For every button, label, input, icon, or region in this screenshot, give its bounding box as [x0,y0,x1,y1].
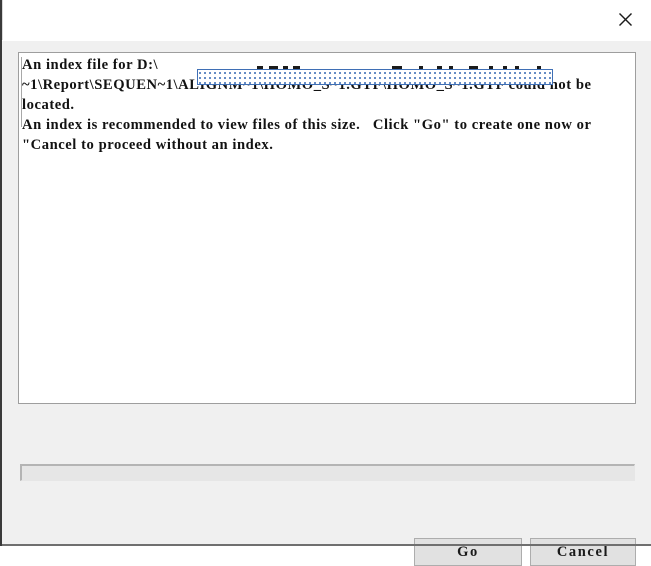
obscured-path-selection[interactable] [197,69,553,85]
progress-bar [20,464,635,481]
message-textbox[interactable]: An index file for D:\ ~1\Report\SEQUEN~1… [18,52,636,404]
dialog-body: An index file for D:\ ~1\Report\SEQUEN~1… [2,40,651,566]
window-left-edge [0,0,2,546]
close-x-icon [618,12,632,26]
index-file-dialog: An index file for D:\ ~1\Report\SEQUEN~1… [0,0,651,566]
title-bar [2,0,651,41]
close-icon[interactable] [603,2,647,36]
go-button[interactable]: Go [414,538,522,566]
title-bar-divider [2,0,3,40]
cancel-button[interactable]: Cancel [530,538,636,566]
